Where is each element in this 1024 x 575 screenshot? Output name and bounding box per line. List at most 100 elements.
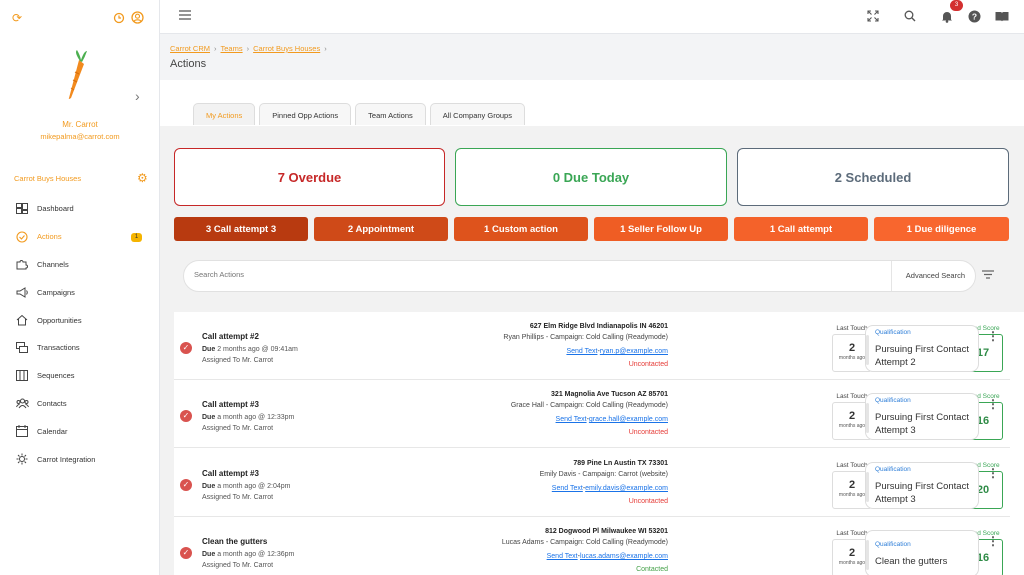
due-today-card[interactable]: 0 Due Today (455, 148, 727, 206)
sidebar-item-carrot-integration[interactable]: Carrot Integration (0, 445, 160, 473)
page-title: Actions (170, 58, 207, 70)
sidebar-item-campaigns[interactable]: Campaigns (0, 278, 160, 306)
property-address[interactable]: 627 Elm Ridge Blvd Indianapolis IN 46201 (530, 323, 668, 330)
qualification-card[interactable]: Qualification Pursuing First Contact Atte… (865, 325, 979, 372)
qualification-card[interactable]: Qualification Pursuing First Contact Atte… (865, 462, 979, 509)
megaphone-icon (14, 285, 30, 299)
overdue-card[interactable]: 7 Overdue (174, 148, 445, 206)
action-assignee: Assigned To Mr. Carrot (202, 562, 274, 569)
action-title[interactable]: Call attempt #3 (202, 400, 259, 409)
filter-pill-call-attempt-3[interactable]: 3 Call attempt 3 (174, 217, 308, 241)
email-link[interactable]: ryan.p@example.com (600, 348, 668, 355)
overdue-check-icon[interactable]: ✓ (180, 342, 192, 354)
search-icon[interactable] (904, 10, 916, 24)
sidebar-item-transactions[interactable]: Transactions (0, 334, 160, 362)
user-email: mikepalma@carrot.com (40, 132, 120, 141)
sync-icon[interactable]: ⟳ (12, 11, 22, 25)
email-link[interactable]: grace.hall@example.com (589, 416, 668, 423)
breadcrumb-link[interactable]: Teams (221, 44, 243, 53)
qualification-value: Pursuing First Contact Attempt 3 (875, 412, 969, 436)
sidebar-item-label: Carrot Integration (37, 454, 96, 464)
qualification-card[interactable]: Qualification Clean the gutters (865, 530, 979, 575)
sidebar-item-label: Channels (37, 259, 69, 269)
hamburger-icon[interactable] (179, 10, 191, 22)
tab-team-actions[interactable]: Team Actions (355, 103, 426, 125)
filter-pill-call-attempt[interactable]: 1 Call attempt (734, 217, 868, 241)
contact-links: Send Text-ryan.p@example.com (566, 348, 668, 355)
chevron-right-icon[interactable]: › (135, 88, 140, 104)
filter-pill-appointment[interactable]: 2 Appointment (314, 217, 448, 241)
send-text-link[interactable]: Send Text (552, 485, 583, 492)
qualification-card[interactable]: Qualification Pursuing First Contact Atte… (865, 393, 979, 440)
tab-my-actions[interactable]: My Actions (193, 103, 256, 125)
sidebar-top: ⟳ (12, 9, 147, 27)
search-input[interactable] (194, 270, 694, 279)
action-due: Due a month ago @ 12:33pm (202, 414, 294, 421)
fullscreen-icon[interactable] (867, 10, 879, 24)
qualification-label: Qualification (875, 329, 911, 336)
send-text-link[interactable]: Send Text (547, 553, 578, 560)
contact-links: Send Text-lucas.adams@example.com (547, 553, 668, 560)
sidebar-item-sequences[interactable]: Sequences (0, 362, 160, 390)
bell-icon[interactable] (941, 10, 953, 25)
send-text-link[interactable]: Send Text (566, 348, 597, 355)
company-name[interactable]: Carrot Buys Houses (14, 174, 81, 183)
property-address[interactable]: 812 Dogwood Pl Milwaukee WI 53201 (545, 528, 668, 535)
tab-pinned-opp-actions[interactable]: Pinned Opp Actions (259, 103, 352, 125)
scheduled-card[interactable]: 2 Scheduled (737, 148, 1009, 206)
overdue-check-icon[interactable]: ✓ (180, 479, 192, 491)
columns-icon (14, 369, 30, 383)
account-icon[interactable] (131, 11, 144, 26)
actions-list: ✓ Call attempt #2 Due 2 months ago @ 09:… (174, 312, 1024, 575)
overdue-check-icon[interactable]: ✓ (180, 547, 192, 559)
tab-all-company-groups[interactable]: All Company Groups (429, 103, 525, 125)
sidebar-item-calendar[interactable]: Calendar (0, 417, 160, 445)
book-icon[interactable] (995, 11, 1009, 24)
action-title[interactable]: Call attempt #2 (202, 332, 259, 341)
sidebar-item-contacts[interactable]: Contacts (0, 390, 160, 418)
sidebar-item-label: Sequences (37, 371, 75, 381)
property-address[interactable]: 321 Magnolia Ave Tucson AZ 85701 (551, 391, 668, 398)
help-icon[interactable]: ? (968, 10, 981, 25)
filter-icon[interactable] (982, 270, 994, 282)
topbar: 3 ? (160, 0, 1024, 34)
sidebar-item-channels[interactable]: Channels (0, 251, 160, 279)
breadcrumb-link[interactable]: Carrot CRM (170, 44, 210, 53)
contact-links: Send Text-grace.hall@example.com (556, 416, 668, 423)
dashboard-icon (14, 202, 30, 216)
email-link[interactable]: lucas.adams@example.com (580, 553, 668, 560)
filter-pill-due-diligence[interactable]: 1 Due diligence (874, 217, 1009, 241)
action-title[interactable]: Clean the gutters (202, 537, 267, 546)
filter-pill-seller-follow-up[interactable]: 1 Seller Follow Up (594, 217, 728, 241)
contact-status: Contacted (636, 566, 668, 573)
property-address[interactable]: 789 Pine Ln Austin TX 73301 (573, 460, 668, 467)
more-options-icon[interactable]: ⋮ (987, 466, 999, 480)
action-row[interactable]: ✓ Clean the gutters Due a month ago @ 12… (174, 517, 1010, 575)
action-row[interactable]: ✓ Call attempt #3 Due a month ago @ 2:04… (174, 449, 1010, 517)
send-text-link[interactable]: Send Text (556, 416, 587, 423)
breadcrumb-separator: › (246, 44, 250, 53)
gear-icon[interactable]: ⚙ (137, 171, 148, 185)
advanced-search-button[interactable]: Advanced Search (890, 261, 965, 291)
puzzle-icon (14, 257, 30, 271)
sidebar-item-actions[interactable]: Actions 1 (0, 223, 160, 251)
filter-pill-custom-action[interactable]: 1 Custom action (454, 217, 588, 241)
breadcrumb-link[interactable]: Carrot Buys Houses (253, 44, 320, 53)
action-due: Due a month ago @ 2:04pm (202, 483, 290, 490)
action-title[interactable]: Call attempt #3 (202, 469, 259, 478)
overdue-check-icon[interactable]: ✓ (180, 410, 192, 422)
more-options-icon[interactable]: ⋮ (987, 534, 999, 548)
action-row[interactable]: ✓ Call attempt #3 Due a month ago @ 12:3… (174, 380, 1010, 448)
more-options-icon[interactable]: ⋮ (987, 329, 999, 343)
contacts-icon (14, 396, 30, 410)
notification-badge: 3 (950, 0, 963, 11)
sidebar-item-dashboard[interactable]: Dashboard (0, 195, 160, 223)
email-link[interactable]: emily.davis@example.com (585, 485, 668, 492)
more-options-icon[interactable]: ⋮ (987, 397, 999, 411)
action-row[interactable]: ✓ Call attempt #2 Due 2 months ago @ 09:… (174, 312, 1010, 380)
contact-campaign: Lucas Adams - Campaign: Cold Calling (Re… (501, 539, 668, 546)
action-assignee: Assigned To Mr. Carrot (202, 494, 274, 501)
qualification-label: Qualification (875, 397, 911, 404)
sidebar-item-opportunities[interactable]: Opportunities (0, 306, 160, 334)
timer-settings-icon[interactable] (113, 11, 126, 26)
